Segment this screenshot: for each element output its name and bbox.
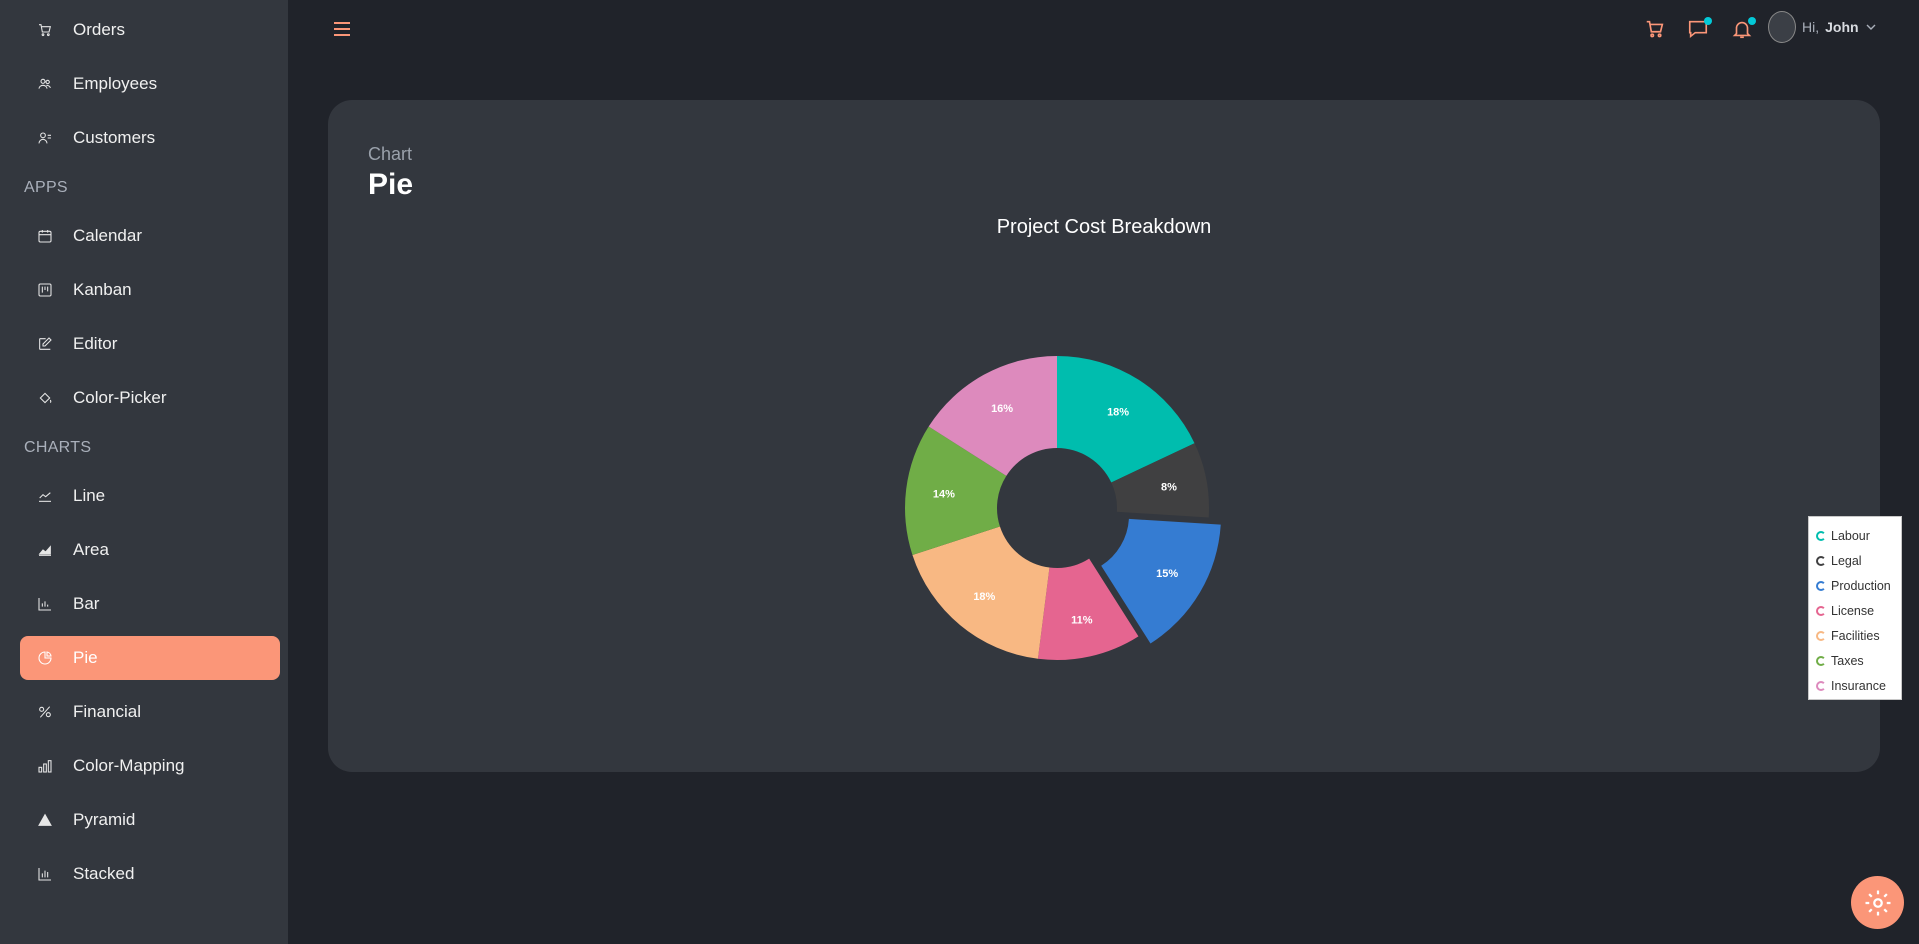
cart-icon: [1646, 20, 1664, 38]
calendar-icon: [36, 227, 54, 245]
legend-label: Taxes: [1831, 653, 1864, 668]
legend-label: Facilities: [1831, 628, 1880, 643]
notifications-button[interactable]: [1726, 14, 1758, 44]
greeting: Hi,: [1802, 19, 1820, 35]
pie-data-label: 15%: [1156, 568, 1178, 580]
pie-data-label: 14%: [933, 489, 955, 501]
edit-icon: [36, 335, 54, 353]
sidebar-item-kanban[interactable]: Kanban: [20, 268, 280, 312]
legend-item-taxes[interactable]: Taxes: [1816, 648, 1894, 673]
legend-marker-icon: [1816, 530, 1826, 541]
sidebar-item-bar[interactable]: Bar: [20, 582, 280, 626]
sidebar-item-label: Financial: [73, 702, 142, 721]
sidebar-item-label: Color-Mapping: [73, 756, 185, 775]
sidebar-item-line[interactable]: Line: [20, 474, 280, 518]
sidebar: Orders Employees Customers APPS Calendar…: [0, 0, 288, 944]
sidebar-item-label: Line: [73, 486, 106, 505]
legend-item-labour[interactable]: Labour: [1816, 523, 1894, 548]
sidebar-item-editor[interactable]: Editor: [20, 322, 280, 366]
sidebar-item-label: Area: [73, 540, 109, 559]
sidebar-item-color-mapping[interactable]: Color-Mapping: [20, 744, 280, 788]
chart-card: Chart Pie Project Cost Breakdown 18% 8% 15…: [328, 100, 1902, 772]
pie-data-label: 18%: [973, 591, 995, 603]
legend-label: Insurance: [1831, 678, 1886, 693]
pie-chart: 18% 8% 15% 11% 18% 14% 16%: [904, 356, 1221, 660]
user-name: John: [1825, 19, 1859, 35]
pie-data-label: 11%: [1071, 614, 1093, 626]
sidebar-item-label: Customers: [73, 128, 156, 147]
legend-item-production[interactable]: Production: [1816, 573, 1894, 598]
avatar: [1768, 11, 1796, 43]
paint-bucket-icon: [36, 389, 54, 407]
sidebar-item-stacked[interactable]: Stacked: [20, 852, 280, 896]
legend-label: License: [1831, 603, 1875, 618]
sidebar-item-label: Calendar: [73, 226, 142, 245]
cart-button[interactable]: [1639, 14, 1671, 44]
sidebar-item-area[interactable]: Area: [20, 528, 280, 572]
financial-chart-icon: [36, 703, 54, 721]
area-chart-icon: [36, 541, 54, 559]
sidebar-item-label: Bar: [73, 594, 100, 613]
chevron-down-icon: [1866, 24, 1876, 30]
gear-icon: [1865, 890, 1890, 915]
section-title-charts: CHARTS: [24, 439, 92, 456]
legend-item-insurance[interactable]: Insurance: [1816, 673, 1894, 698]
pie-data-label: 8%: [1161, 482, 1177, 494]
sidebar-item-financial[interactable]: Financial: [20, 690, 280, 734]
legend-marker-icon: [1816, 605, 1826, 616]
legend-marker-icon: [1816, 680, 1826, 691]
chart-legend: Labour Legal Production License Facilities Ta…: [1808, 516, 1902, 700]
line-chart-icon: [36, 487, 54, 505]
sidebar-item-label: Employees: [73, 74, 158, 93]
legend-marker-icon: [1816, 555, 1826, 566]
sidebar-item-pyramid[interactable]: Pyramid: [20, 798, 280, 842]
legend-label: Legal: [1831, 553, 1862, 568]
sidebar-item-pie[interactable]: Pie: [20, 636, 280, 680]
sidebar-item-employees[interactable]: Employees: [20, 62, 280, 106]
legend-label: Labour: [1831, 528, 1870, 543]
legend-marker-icon: [1816, 655, 1826, 666]
legend-item-facilities[interactable]: Facilities: [1816, 623, 1894, 648]
sidebar-item-label: Kanban: [73, 280, 132, 299]
notification-dot: [1704, 17, 1712, 25]
sidebar-item-label: Stacked: [73, 864, 135, 883]
stacked-chart-icon: [36, 865, 54, 883]
sidebar-item-label: Orders: [73, 20, 125, 39]
legend-item-legal[interactable]: Legal: [1816, 548, 1894, 573]
color-mapping-icon: [36, 757, 54, 775]
settings-button[interactable]: [1851, 876, 1904, 929]
sidebar-item-color-picker[interactable]: Color-Picker: [20, 376, 280, 420]
sidebar-item-label: Editor: [73, 334, 118, 353]
sidebar-item-calendar[interactable]: Calendar: [20, 214, 280, 258]
section-title-apps: APPS: [24, 179, 68, 196]
hamburger-icon: [334, 22, 350, 36]
customers-icon: [36, 129, 54, 147]
menu-toggle-button[interactable]: [328, 16, 356, 42]
legend-label: Production: [1831, 578, 1891, 593]
legend-marker-icon: [1816, 580, 1826, 591]
user-profile-button[interactable]: Hi, John: [1768, 10, 1877, 44]
sidebar-item-label: Pie: [73, 648, 98, 667]
legend-marker-icon: [1816, 630, 1826, 641]
pyramid-icon: [36, 811, 54, 829]
pie-data-label: 18%: [1107, 407, 1129, 419]
pie-data-label: 16%: [991, 403, 1013, 415]
cart-icon: [36, 21, 54, 39]
sidebar-item-label: Pyramid: [73, 810, 136, 829]
sidebar-item-customers[interactable]: Customers: [20, 116, 280, 160]
pie-chart-icon: [36, 649, 54, 667]
kanban-icon: [36, 281, 54, 299]
bar-chart-icon: [36, 595, 54, 613]
notification-dot: [1748, 17, 1756, 25]
sidebar-item-orders[interactable]: Orders: [20, 8, 280, 52]
legend-item-license[interactable]: License: [1816, 598, 1894, 623]
chat-button[interactable]: [1682, 14, 1714, 44]
sidebar-item-label: Color-Picker: [73, 388, 167, 407]
employees-icon: [36, 75, 54, 93]
